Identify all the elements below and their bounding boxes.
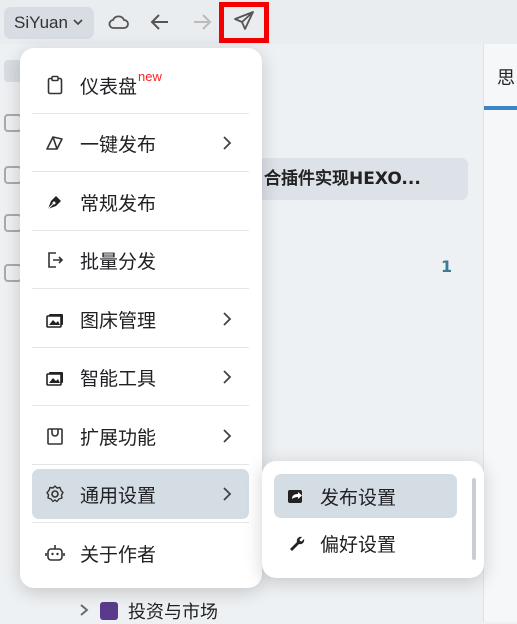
- share-icon: [286, 486, 306, 506]
- menu-divider: [32, 464, 249, 465]
- menu-divider: [32, 171, 249, 172]
- menu-divider: [32, 522, 249, 523]
- menu-item-label: 常规发布: [80, 192, 157, 215]
- chevron-right-icon: [221, 368, 233, 391]
- back-arrow-icon[interactable]: [147, 9, 173, 35]
- menu-divider: [32, 230, 249, 231]
- gear-icon: [44, 483, 66, 505]
- menu-item-extensions[interactable]: 扩展功能: [32, 411, 249, 461]
- menu-item-about-author[interactable]: 关于作者: [32, 528, 249, 578]
- right-pane: [483, 44, 517, 622]
- publish-menu: 仪表盘 new 一键发布 常规发布 批量分发 图床管理 智能工具 扩展功能 通用…: [20, 48, 262, 588]
- menu-item-label: 通用设置: [80, 484, 157, 507]
- menu-item-label: 扩展功能: [80, 426, 157, 449]
- clipboard-icon: [44, 74, 66, 96]
- submenu-item-label: 偏好设置: [320, 533, 397, 556]
- new-badge: new: [138, 68, 162, 84]
- menu-item-label: 仪表盘: [80, 75, 138, 98]
- submenu-item-preferences[interactable]: 偏好设置: [274, 521, 457, 565]
- notebook-icon: [100, 602, 118, 620]
- forward-arrow-icon[interactable]: [189, 9, 215, 35]
- send-icon: [232, 9, 256, 37]
- chevron-down-icon: [72, 13, 84, 33]
- submenu-item-publish-settings[interactable]: 发布设置: [274, 474, 457, 518]
- document-count: 1: [441, 257, 453, 276]
- cloud-icon[interactable]: [106, 9, 132, 35]
- document-title[interactable]: 合插件实现HEXO...: [258, 158, 468, 200]
- image-icon: [44, 366, 66, 388]
- workspace-button[interactable]: SiYuan: [4, 7, 94, 39]
- menu-item-smart-tools[interactable]: 智能工具: [32, 352, 249, 402]
- active-tab-indicator: [484, 106, 517, 110]
- settings-submenu: 发布设置 偏好设置: [262, 461, 484, 578]
- export-icon: [44, 249, 66, 271]
- menu-item-label: 批量分发: [80, 250, 157, 273]
- menu-item-general-settings[interactable]: 通用设置: [32, 469, 249, 519]
- robot-icon: [44, 542, 66, 564]
- menu-divider: [32, 347, 249, 348]
- shopping-bag-icon: [44, 425, 66, 447]
- menu-divider: [32, 405, 249, 406]
- image-icon: [44, 308, 66, 330]
- menu-divider: [32, 113, 249, 114]
- chevron-right-icon: [221, 134, 233, 157]
- editor-tab[interactable]: 思: [497, 64, 515, 90]
- menu-item-regular-publish[interactable]: 常规发布: [32, 177, 249, 227]
- menu-item-image-hosting[interactable]: 图床管理: [32, 294, 249, 344]
- menu-item-label: 图床管理: [80, 309, 157, 332]
- menu-item-one-click-publish[interactable]: 一键发布: [32, 118, 249, 168]
- chevron-right-icon: [221, 310, 233, 333]
- chevron-right-icon[interactable]: [78, 601, 90, 622]
- workspace-label: SiYuan: [14, 13, 68, 32]
- menu-item-label: 关于作者: [80, 543, 157, 566]
- wrench-icon: [286, 533, 306, 553]
- menu-divider: [32, 288, 249, 289]
- submenu-scrollbar[interactable]: [472, 478, 476, 560]
- chevron-right-icon: [221, 427, 233, 450]
- tree-item[interactable]: 投资与市场: [78, 598, 218, 624]
- chevron-right-icon: [221, 485, 233, 508]
- menu-item-label: 智能工具: [80, 367, 157, 390]
- top-toolbar: SiYuan: [0, 0, 517, 44]
- pen-nib-icon: [44, 191, 66, 213]
- menu-item-batch-distribute[interactable]: 批量分发: [32, 235, 249, 285]
- submenu-item-label: 发布设置: [320, 486, 397, 509]
- tree-item-label: 投资与市场: [128, 602, 218, 623]
- menu-item-label: 一键发布: [80, 133, 157, 156]
- book-open-icon: [44, 132, 66, 154]
- menu-item-dashboard[interactable]: 仪表盘 new: [32, 60, 249, 110]
- publish-button[interactable]: [219, 2, 269, 43]
